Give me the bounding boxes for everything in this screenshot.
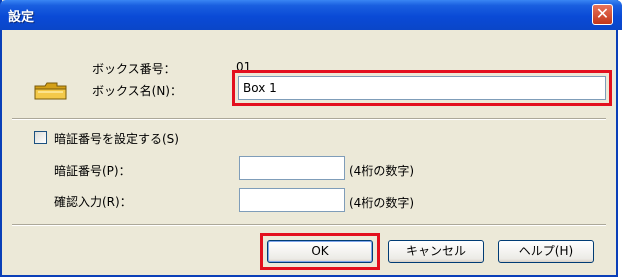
set-password-checkbox[interactable] bbox=[34, 131, 47, 144]
box-number-label: ボックス番号： bbox=[92, 62, 176, 76]
close-button[interactable]: ✕ bbox=[592, 4, 613, 25]
set-password-label[interactable]: 暗証番号を設定する(S) bbox=[54, 130, 179, 147]
confirm-hint: (4桁の数字) bbox=[349, 196, 414, 210]
pin-hint: (4桁の数字) bbox=[349, 164, 414, 178]
box-name-highlight bbox=[232, 70, 612, 106]
close-icon: ✕ bbox=[595, 4, 610, 23]
window-title: 設定 bbox=[8, 10, 35, 25]
title-bar[interactable]: 設定 ✕ bbox=[0, 0, 622, 30]
box-name-label: ボックス名(N)： bbox=[92, 84, 182, 98]
folder-icon bbox=[34, 82, 67, 100]
separator bbox=[12, 224, 606, 226]
cancel-button[interactable]: キャンセル bbox=[388, 240, 484, 263]
pin-label: 暗証番号(P)： bbox=[54, 164, 131, 178]
confirm-label: 確認入力(R)： bbox=[54, 195, 132, 209]
dialog-body: ボックス番号： 01 ボックス名(N)： Box 1 暗証番号を設定する(S) … bbox=[2, 30, 616, 275]
help-button[interactable]: ヘルプ(H) bbox=[498, 240, 594, 263]
ok-highlight bbox=[260, 233, 380, 270]
separator bbox=[12, 118, 606, 120]
confirm-field[interactable] bbox=[239, 188, 345, 212]
pin-field[interactable] bbox=[239, 156, 345, 180]
